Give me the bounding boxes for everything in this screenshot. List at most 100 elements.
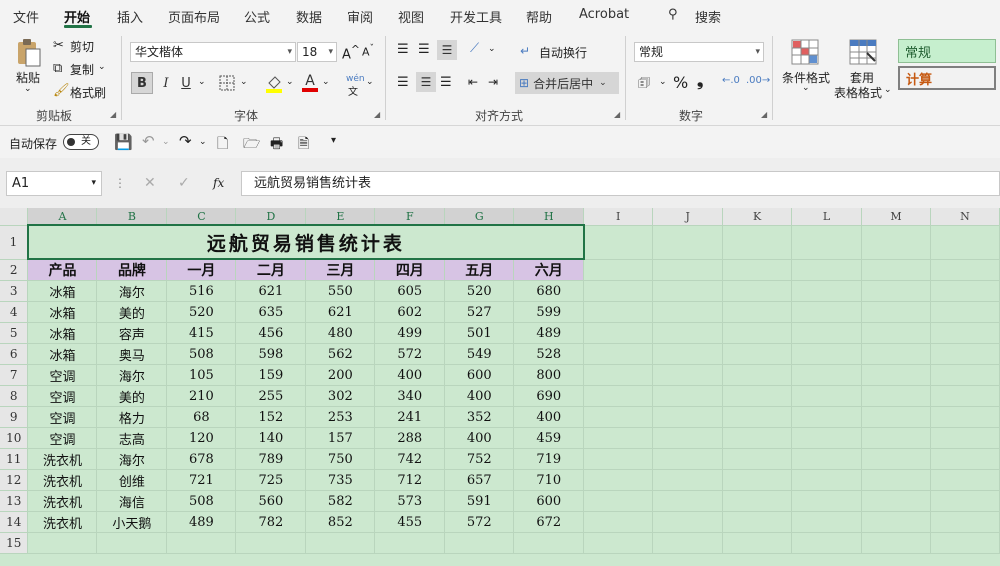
cell-c8[interactable]: 210 [166,385,237,407]
align-right-icon[interactable]: ☰ [440,75,452,90]
cell-j11[interactable] [652,448,724,470]
cell-e5[interactable]: 480 [305,322,376,344]
cell-i11[interactable] [583,448,654,470]
cell-g7[interactable]: 600 [444,364,515,386]
cell-m2[interactable] [861,259,931,281]
column-header-h[interactable]: H [513,208,585,226]
align-center-icon[interactable]: ☰ [416,72,436,92]
cell-e12[interactable]: 735 [305,469,376,491]
cell-c5[interactable]: 415 [166,322,237,344]
cell-n4[interactable] [930,301,1000,323]
cell-l3[interactable] [791,280,863,302]
row-header-14[interactable]: 14 [0,511,29,533]
cancel-icon[interactable]: ✕ [144,175,156,191]
cell-c4[interactable]: 520 [166,301,237,323]
cell-m7[interactable] [861,364,931,386]
cell-d8[interactable]: 255 [235,385,307,407]
cell-h5[interactable]: 489 [513,322,585,344]
cell-k10[interactable] [722,427,793,449]
increase-indent-icon[interactable]: ⇥ [488,75,498,89]
cell-f15[interactable] [374,532,446,554]
cell-b15[interactable] [96,532,168,554]
row-header-8[interactable]: 8 [0,385,29,407]
alignment-launcher-icon[interactable]: ◢ [614,110,620,119]
cell-d7[interactable]: 159 [235,364,307,386]
cell-h6[interactable]: 528 [513,343,585,365]
currency-icon[interactable]: 🗊 [638,74,650,96]
row-header-4[interactable]: 4 [0,301,29,323]
cell-n3[interactable] [930,280,1000,302]
redo-dropdown-icon[interactable]: ⌄ [199,137,207,147]
row-header-15[interactable]: 15 [0,532,29,554]
cell-b9[interactable]: 格力 [96,406,168,428]
cell-n8[interactable] [930,385,1000,407]
cell-k14[interactable] [722,511,793,533]
cell-g13[interactable]: 591 [444,490,515,512]
header-cell-g[interactable]: 五月 [444,259,515,281]
confirm-icon[interactable]: ✓ [178,175,190,191]
print-icon[interactable]: 🗎 [298,133,309,157]
cell-l5[interactable] [791,322,863,344]
cell-m14[interactable] [861,511,931,533]
font-launcher-icon[interactable]: ◢ [374,110,380,119]
cell-a7[interactable]: 空调 [27,364,98,386]
cell-a15[interactable] [27,532,98,554]
cell-f13[interactable]: 573 [374,490,446,512]
column-header-b[interactable]: B [96,208,168,226]
table-format-dropdown-icon[interactable]: ⌄ [884,85,892,95]
cell-k5[interactable] [722,322,793,344]
orientation-icon[interactable]: ⟋ [470,41,479,56]
cell-i5[interactable] [583,322,654,344]
decrease-decimal-icon[interactable]: .00→ [746,75,770,86]
cell-i1[interactable] [583,225,654,260]
cell-m9[interactable] [861,406,931,428]
cell-k7[interactable] [722,364,793,386]
menu-formulas[interactable]: 公式 [244,7,270,26]
cell-f9[interactable]: 241 [374,406,446,428]
sheet-title-cell[interactable]: 远航贸易销售统计表 [26,224,585,260]
column-header-n[interactable]: N [930,208,1000,226]
column-header-m[interactable]: M [861,208,931,226]
cell-n11[interactable] [930,448,1000,470]
cell-g8[interactable]: 400 [444,385,515,407]
cell-m8[interactable] [861,385,931,407]
cell-f14[interactable]: 455 [374,511,446,533]
redo-icon[interactable]: ↷ [179,132,192,150]
cell-j12[interactable] [652,469,724,491]
header-cell-c[interactable]: 一月 [166,259,237,281]
cell-b6[interactable]: 奥马 [96,343,168,365]
cell-n6[interactable] [930,343,1000,365]
cell-m6[interactable] [861,343,931,365]
italic-button[interactable]: I [156,72,176,94]
cell-d15[interactable] [235,532,307,554]
comma-button[interactable]: ❟ [697,71,703,91]
menu-data[interactable]: 数据 [296,7,322,26]
cell-e15[interactable] [305,532,376,554]
cell-j10[interactable] [652,427,724,449]
conditional-format-icon[interactable] [790,38,820,66]
cell-k6[interactable] [722,343,793,365]
cell-f6[interactable]: 572 [374,343,446,365]
column-header-i[interactable]: I [583,208,654,226]
cell-table[interactable]: ABCDEFGHIJKLMN 1 远航贸易销售统计表 2 产品 品牌 一月 二月 三月 四月 五月… [0,208,1000,554]
cell-g5[interactable]: 501 [444,322,515,344]
cell-g9[interactable]: 352 [444,406,515,428]
cell-h13[interactable]: 600 [513,490,585,512]
row-header-10[interactable]: 10 [0,427,29,449]
cell-j8[interactable] [652,385,724,407]
number-format-select[interactable]: 常规 ▾ [634,42,764,62]
cell-i4[interactable] [583,301,654,323]
cell-i15[interactable] [583,532,654,554]
cell-d10[interactable]: 140 [235,427,307,449]
merge-center-button[interactable]: ⊞ 合并后居中 ⌄ [515,72,619,94]
cell-f12[interactable]: 712 [374,469,446,491]
cell-g11[interactable]: 752 [444,448,515,470]
menu-review[interactable]: 审阅 [347,7,373,26]
row-header-11[interactable]: 11 [0,448,29,470]
cell-e8[interactable]: 302 [305,385,376,407]
column-header-c[interactable]: C [166,208,237,226]
header-cell-e[interactable]: 三月 [305,259,376,281]
row-header-3[interactable]: 3 [0,280,29,302]
cell-k1[interactable] [722,225,793,260]
cell-e9[interactable]: 253 [305,406,376,428]
